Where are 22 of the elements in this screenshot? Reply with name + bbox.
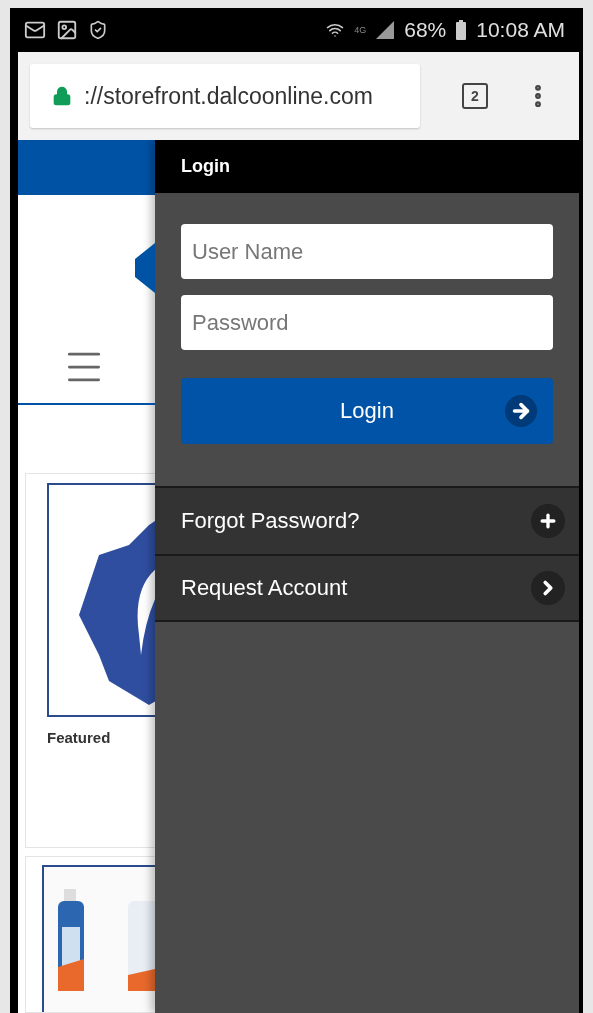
image-icon (56, 19, 78, 41)
clock: 10:08 AM (476, 18, 565, 42)
login-button[interactable]: Login (181, 378, 553, 444)
plus-icon (538, 511, 558, 531)
shield-icon (88, 20, 108, 40)
product-caption: Featured (47, 729, 112, 746)
drawer-link[interactable]: Request Account (155, 554, 579, 622)
wifi-icon (326, 21, 345, 39)
input-field[interactable]: Password (181, 295, 553, 350)
input-field[interactable]: User Name (181, 224, 553, 279)
network-type: 4G (354, 25, 367, 35)
address-bar[interactable]: ://storefront.dalcoonline.com (30, 64, 420, 128)
signal-icon (376, 21, 395, 39)
drawer-link[interactable]: Forgot Password? (155, 486, 579, 554)
mail-icon (24, 19, 46, 41)
drawer-title: Login (181, 156, 230, 177)
tab-count-button[interactable]: 2 (462, 83, 488, 109)
battery-percent: 68% (404, 18, 447, 42)
lock-icon (52, 86, 72, 106)
battery-icon (456, 20, 467, 40)
product-card[interactable] (25, 856, 155, 1013)
url-text: ://storefront.dalcoonline.com (84, 82, 373, 110)
